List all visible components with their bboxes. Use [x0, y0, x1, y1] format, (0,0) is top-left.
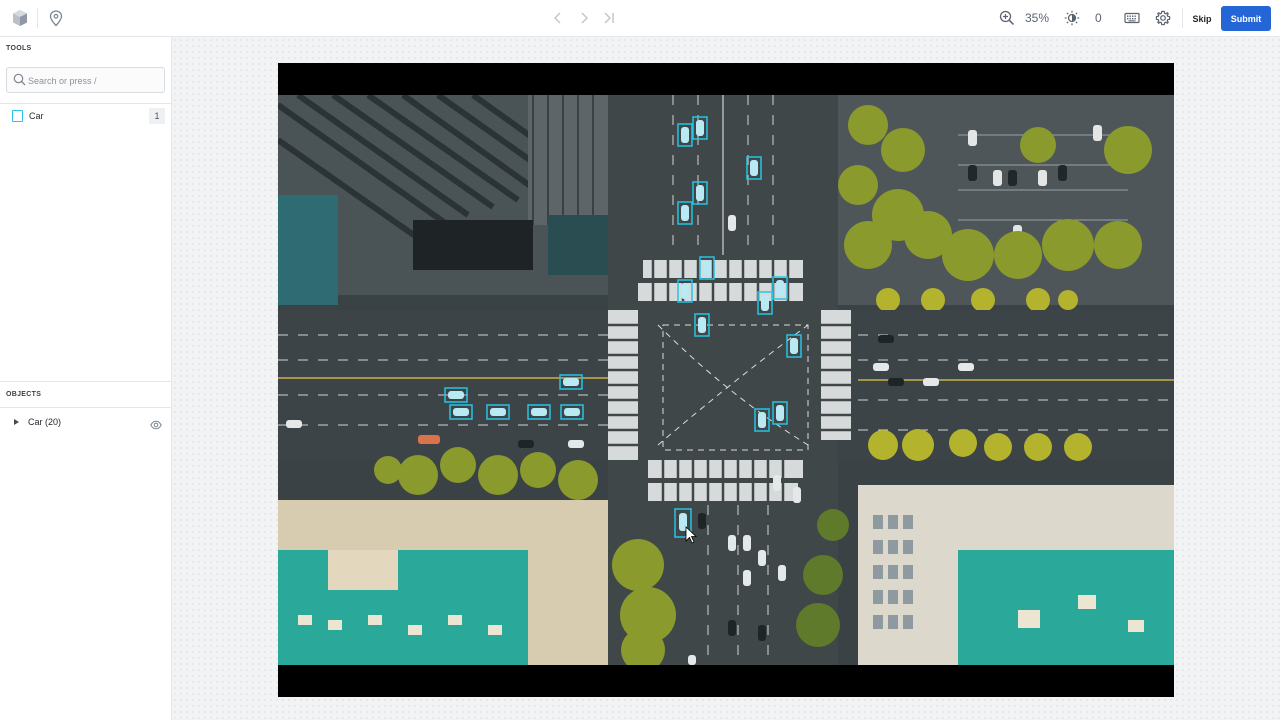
panel-divider — [0, 381, 171, 382]
skip-to-end-icon[interactable] — [602, 11, 616, 25]
panel-divider — [0, 103, 171, 104]
left-panel: TOOLS Car 1 OBJECTS Car (20) — [0, 37, 172, 720]
location-pin-icon[interactable] — [49, 10, 63, 27]
tool-hotkey-badge: 1 — [149, 108, 165, 124]
skip-button[interactable]: Skip — [1187, 7, 1217, 30]
video-frame[interactable] — [278, 63, 1174, 697]
submit-button[interactable]: Submit — [1221, 6, 1271, 31]
annotation-canvas[interactable] — [172, 37, 1280, 720]
brightness-icon[interactable] — [1064, 10, 1080, 26]
caret-right-icon[interactable] — [14, 419, 19, 425]
panel-divider — [0, 407, 171, 408]
app-logo-icon[interactable] — [12, 9, 28, 27]
tool-color-swatch — [12, 110, 23, 122]
search-box[interactable] — [6, 67, 165, 93]
top-toolbar: 35% 0 Skip Submit — [0, 0, 1280, 37]
eye-icon[interactable] — [150, 417, 162, 435]
tool-item-car[interactable]: Car 1 — [0, 107, 171, 127]
chevron-right-icon[interactable] — [577, 11, 591, 25]
toolbar-divider — [37, 8, 38, 28]
zoom-level: 35% — [1025, 11, 1050, 25]
zoom-in-icon[interactable] — [999, 10, 1015, 26]
tool-label: Car — [29, 111, 44, 121]
aerial-intersection-image — [278, 95, 1174, 665]
chevron-left-icon[interactable] — [551, 11, 565, 25]
search-input[interactable] — [28, 73, 160, 88]
objects-section-title: OBJECTS — [6, 391, 42, 398]
keyboard-icon[interactable] — [1124, 11, 1140, 25]
object-group-car[interactable]: Car (20) — [0, 414, 171, 432]
brightness-value: 0 — [1095, 11, 1102, 25]
toolbar-divider — [1182, 8, 1183, 28]
gear-icon[interactable] — [1155, 10, 1171, 26]
object-group-label: Car (20) — [28, 417, 62, 427]
tools-section-title: TOOLS — [6, 45, 32, 52]
search-icon — [13, 73, 26, 91]
